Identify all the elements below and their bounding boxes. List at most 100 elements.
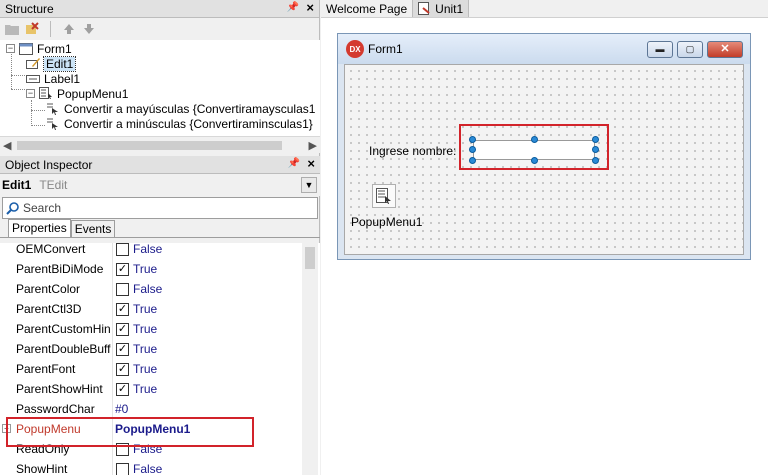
- property-value[interactable]: #0: [115, 402, 128, 416]
- close-icon[interactable]: ×: [306, 0, 314, 15]
- tree-node-menu-item-1[interactable]: Convertir a mayúsculas {Convertiramayscu…: [46, 101, 315, 116]
- checkbox-checked-icon[interactable]: ✓: [116, 302, 129, 316]
- property-name: ParentCustomHin: [16, 322, 111, 336]
- folder-icon[interactable]: [4, 21, 20, 37]
- designer-area: Welcome Page Unit1 DX Form1 ▬ ▢ ✕ Ingres…: [321, 0, 768, 475]
- checkbox-checked-icon[interactable]: ✓: [116, 362, 129, 376]
- tree-label-form1: Form1: [37, 41, 72, 56]
- property-row[interactable]: ShowHint False: [0, 459, 302, 475]
- pin-icon[interactable]: 📌: [287, 2, 299, 13]
- menu-item-icon: [46, 117, 60, 130]
- close-button[interactable]: ✕: [707, 41, 743, 58]
- tree-node-form1[interactable]: − Form1: [6, 41, 72, 56]
- property-row[interactable]: ParentDoubleBuff ✓ True: [0, 339, 302, 359]
- object-inspector: Object Inspector 📌 × Edit1 TEdit ▼ Searc…: [0, 156, 320, 475]
- property-row[interactable]: ParentFont ✓ True: [0, 359, 302, 379]
- highlight-box-edit: [459, 124, 609, 170]
- tree-label-menu-item-2: Convertir a minúsculas {Convertiraminscu…: [64, 116, 313, 131]
- property-value[interactable]: ✓ True: [116, 262, 157, 276]
- collapse-icon[interactable]: −: [26, 89, 35, 98]
- form1-titlebar[interactable]: DX Form1 ▬ ▢ ✕: [338, 34, 750, 64]
- property-name: ParentColor: [16, 282, 81, 296]
- form1-client[interactable]: Ingrese nombre: PopupMenu1: [344, 64, 744, 255]
- property-value-text: True: [133, 322, 158, 336]
- structure-toolbar: [0, 18, 319, 40]
- minimize-button[interactable]: ▬: [647, 41, 673, 58]
- property-value[interactable]: ✓ True: [116, 342, 157, 356]
- property-row[interactable]: PasswordChar #0: [0, 399, 302, 419]
- scroll-thumb[interactable]: [17, 141, 282, 150]
- label1[interactable]: Ingrese nombre:: [369, 144, 456, 158]
- property-value-text: True: [133, 382, 158, 396]
- property-value[interactable]: False: [116, 243, 162, 256]
- property-name: ParentCtl3D: [16, 302, 82, 316]
- property-value[interactable]: ✓ True: [116, 322, 157, 336]
- checkbox-icon[interactable]: [116, 282, 129, 296]
- arrow-up-icon[interactable]: [61, 21, 77, 37]
- structure-hscrollbar[interactable]: ◀ ▶: [0, 136, 320, 153]
- file-tabs: Welcome Page Unit1: [321, 0, 768, 18]
- scroll-thumb[interactable]: [305, 247, 315, 269]
- object-inspector-header: Object Inspector 📌 ×: [0, 156, 320, 174]
- scroll-left-icon[interactable]: ◀: [3, 139, 11, 152]
- chevron-down-icon[interactable]: ▼: [301, 177, 317, 193]
- search-input[interactable]: Search: [2, 197, 318, 219]
- property-vscrollbar[interactable]: [302, 243, 318, 475]
- tab-unit1[interactable]: Unit1: [412, 0, 470, 17]
- scroll-right-icon[interactable]: ▶: [309, 139, 317, 152]
- tree-node-popupmenu1[interactable]: − PopupMenu1: [26, 86, 128, 101]
- property-row[interactable]: OEMConvert False: [0, 243, 302, 259]
- structure-header: Structure 📌 ×: [0, 0, 319, 18]
- object-selector[interactable]: Edit1 TEdit ▼: [0, 174, 320, 196]
- popupmenu1-component[interactable]: [372, 184, 396, 208]
- tab-properties[interactable]: Properties: [8, 219, 71, 237]
- maximize-button[interactable]: ▢: [677, 41, 703, 58]
- checkbox-icon[interactable]: [116, 243, 129, 256]
- tab-welcome-page[interactable]: Welcome Page: [321, 0, 412, 17]
- property-name: ShowHint: [16, 462, 68, 475]
- property-row[interactable]: ParentShowHint ✓ True: [0, 379, 302, 399]
- property-name: PasswordChar: [16, 402, 95, 416]
- property-value-text: True: [133, 342, 158, 356]
- checkbox-checked-icon[interactable]: ✓: [116, 262, 129, 276]
- checkbox-checked-icon[interactable]: ✓: [116, 322, 129, 336]
- property-value[interactable]: False: [116, 282, 162, 296]
- property-row[interactable]: ParentCustomHin ✓ True: [0, 319, 302, 339]
- inspector-tabs: Properties Events: [0, 219, 320, 238]
- pin-icon[interactable]: 📌: [288, 158, 300, 169]
- property-name: ParentBiDiMode: [16, 262, 104, 276]
- checkbox-checked-icon[interactable]: ✓: [116, 342, 129, 356]
- tab-events[interactable]: Events: [70, 220, 116, 237]
- tree-label-menu-item-1: Convertir a mayúsculas {Convertiramayscu…: [64, 101, 316, 116]
- property-row[interactable]: ParentBiDiMode ✓ True: [0, 259, 302, 279]
- form-icon: [19, 42, 33, 55]
- form1-window[interactable]: DX Form1 ▬ ▢ ✕ Ingrese nombre: PopupMenu…: [337, 33, 751, 260]
- delete-icon[interactable]: [24, 21, 40, 37]
- checkbox-icon[interactable]: [116, 462, 129, 475]
- tree-label-popupmenu1: PopupMenu1: [57, 86, 129, 101]
- checkbox-checked-icon[interactable]: ✓: [116, 382, 129, 396]
- property-value-text: True: [133, 262, 158, 276]
- property-value[interactable]: ✓ True: [116, 302, 157, 316]
- property-value[interactable]: ✓ True: [116, 362, 157, 376]
- structure-title: Structure: [5, 1, 54, 16]
- collapse-icon[interactable]: −: [6, 44, 15, 53]
- object-type: TEdit: [39, 178, 68, 192]
- property-name: ParentFont: [16, 362, 76, 376]
- property-row[interactable]: ParentColor False: [0, 279, 302, 299]
- tree-node-label1[interactable]: Label1: [26, 71, 80, 86]
- object-inspector-title: Object Inspector: [5, 157, 93, 172]
- search-icon: [6, 202, 19, 215]
- left-dock: Structure 📌 × − Form1 Edit1 Label1 − Pop…: [0, 0, 320, 475]
- menu-item-icon: [46, 102, 60, 115]
- property-value-text: True: [133, 362, 158, 376]
- property-value[interactable]: False: [116, 462, 162, 475]
- property-value-text: False: [133, 282, 163, 296]
- tree-node-menu-item-2[interactable]: Convertir a minúsculas {Convertiraminscu…: [46, 116, 313, 131]
- tree-node-edit1[interactable]: Edit1: [26, 55, 77, 72]
- close-icon[interactable]: ×: [307, 156, 315, 171]
- arrow-down-icon[interactable]: [81, 21, 97, 37]
- property-row[interactable]: ParentCtl3D ✓ True: [0, 299, 302, 319]
- popup-menu-icon: [376, 188, 391, 204]
- property-value[interactable]: ✓ True: [116, 382, 157, 396]
